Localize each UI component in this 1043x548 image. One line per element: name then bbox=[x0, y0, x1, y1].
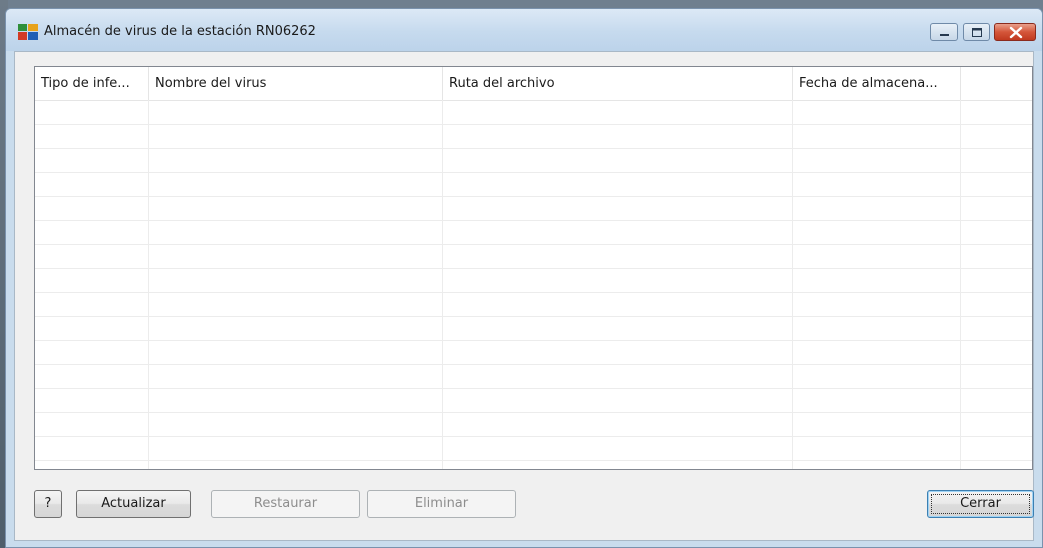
table-row bbox=[35, 340, 1032, 341]
refresh-button[interactable]: Actualizar bbox=[76, 490, 191, 518]
table-row bbox=[35, 460, 1032, 461]
table-row bbox=[35, 220, 1032, 221]
restore-button[interactable]: Restaurar bbox=[211, 490, 360, 518]
close-button[interactable]: Cerrar bbox=[927, 490, 1034, 518]
table-row bbox=[35, 436, 1032, 437]
table-row bbox=[35, 388, 1032, 389]
table-row bbox=[35, 292, 1032, 293]
maximize-icon bbox=[972, 28, 982, 37]
close-icon bbox=[1009, 26, 1023, 39]
column-header-empty bbox=[961, 67, 1032, 100]
close-button-label: Cerrar bbox=[960, 496, 1001, 511]
avg-logo-icon bbox=[18, 24, 38, 40]
window-title: Almacén de virus de la estación RN06262 bbox=[44, 24, 316, 39]
column-divider bbox=[148, 100, 149, 469]
table-row bbox=[35, 196, 1032, 197]
delete-button[interactable]: Eliminar bbox=[367, 490, 516, 518]
table-row bbox=[35, 148, 1032, 149]
maximize-button[interactable] bbox=[963, 23, 990, 41]
table-header: Tipo de infe... Nombre del virus Ruta de… bbox=[35, 67, 1032, 101]
table-row bbox=[35, 268, 1032, 269]
table-row bbox=[35, 124, 1032, 125]
column-divider bbox=[442, 100, 443, 469]
table-row bbox=[35, 244, 1032, 245]
minimize-icon bbox=[940, 34, 949, 36]
column-header-file-path[interactable]: Ruta del archivo bbox=[443, 67, 793, 100]
dialog-body: Tipo de infe... Nombre del virus Ruta de… bbox=[14, 51, 1034, 541]
table-row bbox=[35, 364, 1032, 365]
table-row bbox=[35, 316, 1032, 317]
help-button[interactable]: ? bbox=[34, 490, 62, 518]
column-header-storage-date[interactable]: Fecha de almacena... bbox=[793, 67, 961, 100]
column-divider bbox=[960, 100, 961, 469]
column-divider bbox=[792, 100, 793, 469]
table-row bbox=[35, 412, 1032, 413]
virus-list-table[interactable]: Tipo de infe... Nombre del virus Ruta de… bbox=[34, 66, 1033, 470]
minimize-button[interactable] bbox=[930, 23, 958, 41]
virus-vault-window: Almacén de virus de la estación RN06262 … bbox=[5, 8, 1043, 548]
table-row bbox=[35, 172, 1032, 173]
column-header-infection-type[interactable]: Tipo de infe... bbox=[35, 67, 149, 100]
column-header-virus-name[interactable]: Nombre del virus bbox=[149, 67, 443, 100]
close-window-button[interactable] bbox=[994, 23, 1036, 41]
title-bar[interactable]: Almacén de virus de la estación RN06262 bbox=[6, 9, 1042, 51]
